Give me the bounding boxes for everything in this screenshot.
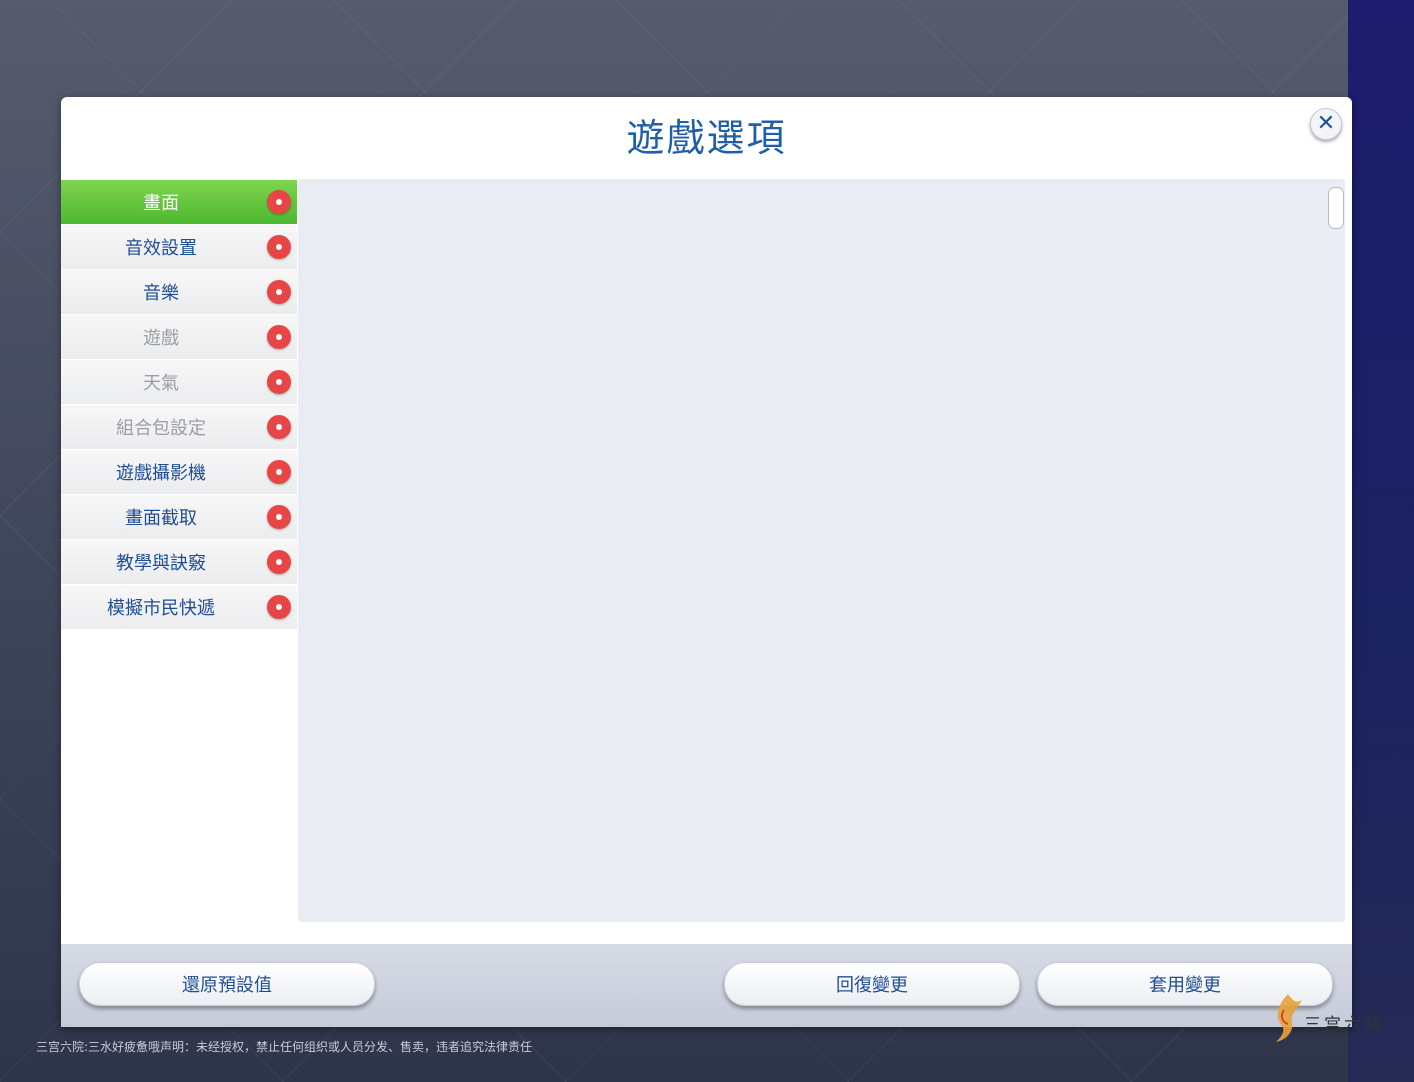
notification-dot-icon bbox=[267, 460, 291, 484]
notification-dot-icon bbox=[267, 595, 291, 619]
sidebar-item-label: 畫面 bbox=[143, 193, 179, 214]
watermark-logo: 三宫六院 bbox=[1268, 990, 1388, 1046]
sidebar-item-pack-settings[interactable]: 組合包設定 bbox=[61, 405, 297, 449]
sidebar-item-audio[interactable]: 音效設置 bbox=[61, 225, 297, 269]
sidebar-item-label: 教學與訣竅 bbox=[116, 553, 206, 574]
watermark-notice: 三宫六院:三水好疲惫哦声明：未经授权，禁止任何组织或人员分发、售卖，违者追究法律… bbox=[36, 1040, 533, 1054]
close-button[interactable]: ✕ bbox=[1310, 108, 1342, 140]
dialog-footer: 還原預設值 回復變更 套用變更 bbox=[61, 944, 1352, 1027]
dialog-title: 遊戲選項 bbox=[626, 116, 787, 160]
sidebar-item-graphics[interactable]: 畫面 bbox=[61, 180, 297, 224]
phoenix-logo-icon bbox=[1276, 994, 1302, 1042]
notification-dot-icon bbox=[267, 235, 291, 259]
sidebar-item-label: 遊戲攝影機 bbox=[116, 463, 206, 484]
restore-defaults-button[interactable]: 還原預設值 bbox=[79, 962, 375, 1006]
notification-dot-icon bbox=[267, 505, 291, 529]
sidebar-item-label: 組合包設定 bbox=[116, 418, 206, 439]
notification-dot-icon bbox=[267, 325, 291, 349]
sidebar-item-label: 模擬市民快遞 bbox=[107, 598, 215, 619]
sidebar-item-label: 音效設置 bbox=[125, 238, 197, 259]
sidebar-item-label: 音樂 bbox=[143, 283, 179, 304]
sidebar-item-label: 天氣 bbox=[143, 373, 179, 394]
logo-text: 三宫六院 bbox=[1304, 1015, 1384, 1035]
notification-dot-icon bbox=[267, 280, 291, 304]
options-content-panel bbox=[298, 179, 1345, 922]
sidebar-item-tutorials[interactable]: 教學與訣竅 bbox=[61, 540, 297, 584]
sidebar-item-music[interactable]: 音樂 bbox=[61, 270, 297, 314]
notification-dot-icon bbox=[267, 190, 291, 214]
revert-changes-button[interactable]: 回復變更 bbox=[724, 962, 1020, 1006]
sidebar-item-label: 遊戲 bbox=[143, 328, 179, 349]
game-options-dialog: 遊戲選項 ✕ 畫面 音效設置 音樂 遊戲 天氣 組合包設定 遊戲攝影機 畫面截取… bbox=[61, 97, 1352, 1027]
sidebar-item-screen-capture[interactable]: 畫面截取 bbox=[61, 495, 297, 539]
sidebar-item-camera[interactable]: 遊戲攝影機 bbox=[61, 450, 297, 494]
content-scrollbar[interactable] bbox=[1328, 187, 1344, 229]
background-strip bbox=[1348, 0, 1414, 1082]
notification-dot-icon bbox=[267, 550, 291, 574]
sidebar-item-gameplay[interactable]: 遊戲 bbox=[61, 315, 297, 359]
notification-dot-icon bbox=[267, 370, 291, 394]
options-sidebar: 畫面 音效設置 音樂 遊戲 天氣 組合包設定 遊戲攝影機 畫面截取 教學與訣竅 … bbox=[61, 180, 297, 924]
sidebar-item-label: 畫面截取 bbox=[125, 508, 197, 529]
sidebar-item-sims-delivery[interactable]: 模擬市民快遞 bbox=[61, 585, 297, 629]
sidebar-item-weather[interactable]: 天氣 bbox=[61, 360, 297, 404]
notification-dot-icon bbox=[267, 415, 291, 439]
close-icon: ✕ bbox=[1316, 111, 1336, 136]
